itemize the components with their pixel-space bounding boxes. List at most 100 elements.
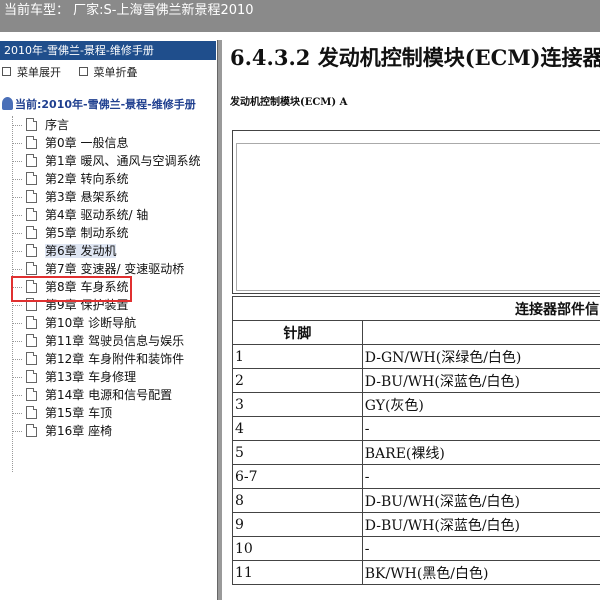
sidebar-item-label: 第1章 暖风、通风与空调系统 bbox=[45, 154, 201, 168]
table-row: 1 D-GN/WH(深绿色/白色) bbox=[232, 344, 600, 369]
document-icon bbox=[26, 244, 37, 257]
expand-menu-button[interactable]: 菜单展开 bbox=[2, 64, 61, 80]
table-row: 3 GY(灰色) bbox=[232, 392, 600, 417]
tree-root[interactable]: 当前:2010年-雪佛兰-景程-维修手册 bbox=[2, 96, 196, 112]
sidebar-item[interactable]: 第6章 发动机 bbox=[12, 242, 117, 260]
wire-color-cell: - bbox=[361, 536, 600, 561]
tree-root-label: 当前:2010年-雪佛兰-景程-维修手册 bbox=[15, 98, 196, 111]
sidebar-item[interactable]: 第3章 悬架系统 bbox=[12, 188, 128, 206]
pin-table: 连接器部件信 针脚 1 D-GN/WH(深绿色/白色) 2 D-BU/WH(深蓝色/白… bbox=[232, 296, 600, 585]
sidebar-item[interactable]: 第13章 车身修理 bbox=[12, 368, 136, 386]
wire-color-cell: D-BU/WH(深蓝色/白色) bbox=[361, 512, 600, 537]
document-icon bbox=[26, 154, 37, 167]
tree-connector bbox=[12, 341, 22, 342]
document-icon bbox=[26, 118, 37, 131]
tree-connector bbox=[12, 395, 22, 396]
sidebar-item-label: 第12章 车身附件和装饰件 bbox=[45, 352, 185, 366]
sidebar-item[interactable]: 序言 bbox=[12, 116, 69, 134]
wire-color-cell: D-GN/WH(深绿色/白色) bbox=[361, 344, 600, 369]
pin-cell: 1 bbox=[232, 344, 363, 369]
wire-column-header bbox=[361, 320, 600, 345]
sidebar-item[interactable]: 第2章 转向系统 bbox=[12, 170, 128, 188]
sidebar-item[interactable]: 第5章 制动系统 bbox=[12, 224, 128, 242]
document-icon bbox=[26, 406, 37, 419]
tree-connector bbox=[12, 197, 22, 198]
tree-connector bbox=[12, 233, 22, 234]
document-icon bbox=[26, 388, 37, 401]
sidebar-item-label: 第0章 一般信息 bbox=[45, 136, 129, 150]
sidebar-item[interactable]: 第4章 驱动系统/ 轴 bbox=[12, 206, 148, 224]
sidebar-item[interactable]: 第14章 电源和信号配置 bbox=[12, 386, 172, 404]
tree-connector bbox=[12, 431, 22, 432]
sidebar-item[interactable]: 第11章 驾驶员信息与娱乐 bbox=[12, 332, 184, 350]
sidebar-item-label: 第13章 车身修理 bbox=[45, 370, 137, 384]
sidebar-item[interactable]: 第12章 车身附件和装饰件 bbox=[12, 350, 184, 368]
sidebar-item[interactable]: 第1章 暖风、通风与空调系统 bbox=[12, 152, 200, 170]
wire-color-cell: D-BU/WH(深蓝色/白色) bbox=[361, 368, 600, 393]
sidebar-item[interactable]: 第10章 诊断导航 bbox=[12, 314, 136, 332]
sidebar-item[interactable]: 第0章 一般信息 bbox=[12, 134, 128, 152]
tree-connector bbox=[12, 143, 22, 144]
sidebar-controls: 菜单展开 菜单折叠 bbox=[2, 64, 152, 80]
wire-color-cell: D-BU/WH(深蓝色/白色) bbox=[361, 488, 600, 513]
sidebar-item-label: 第6章 发动机 bbox=[45, 244, 117, 258]
sidebar-item[interactable]: 第15章 车顶 bbox=[12, 404, 112, 422]
manual-icon bbox=[2, 97, 13, 110]
document-icon bbox=[26, 190, 37, 203]
sidebar-item-label: 序言 bbox=[45, 118, 70, 132]
tree-connector bbox=[12, 251, 22, 252]
document-icon bbox=[26, 208, 37, 221]
table-row: 11 BK/WH(黑色/白色) bbox=[232, 560, 600, 585]
document-icon bbox=[26, 424, 37, 437]
pin-cell: 10 bbox=[232, 536, 363, 561]
sidebar-item[interactable]: 第16章 座椅 bbox=[12, 422, 112, 440]
connector-info-header: 连接器部件信 bbox=[232, 296, 600, 321]
table-header-row: 连接器部件信 bbox=[232, 296, 600, 321]
tree-connector bbox=[12, 305, 22, 306]
table-row: 9 D-BU/WH(深蓝色/白色) bbox=[232, 512, 600, 537]
collapse-icon bbox=[78, 67, 88, 76]
sidebar-item-label: 第2章 转向系统 bbox=[45, 172, 129, 186]
sidebar-item-label: 第3章 悬架系统 bbox=[45, 190, 129, 204]
sidebar-item-label: 第15章 车顶 bbox=[45, 406, 113, 420]
wire-color-cell: BK/WH(黑色/白色) bbox=[361, 560, 600, 585]
document-icon bbox=[26, 136, 37, 149]
sidebar-item-label: 第10章 诊断导航 bbox=[45, 316, 137, 330]
connector-subheading: 发动机控制模块(ECM) A bbox=[230, 97, 348, 108]
tree-connector bbox=[12, 413, 22, 414]
sidebar-item-label: 第11章 驾驶员信息与娱乐 bbox=[45, 334, 185, 348]
selection-highlight-box bbox=[11, 276, 132, 302]
tree-connector bbox=[12, 377, 22, 378]
table-row: 5 BARE(裸线) bbox=[232, 440, 600, 465]
pin-cell: 9 bbox=[232, 512, 363, 537]
tree-connector bbox=[12, 269, 22, 270]
pin-cell: 11 bbox=[232, 560, 363, 585]
column-header-row: 针脚 bbox=[232, 320, 600, 345]
tree-connector bbox=[12, 179, 22, 180]
expand-icon bbox=[2, 67, 11, 76]
tree-connector bbox=[12, 323, 22, 324]
tree-connector bbox=[12, 359, 22, 360]
sidebar: 2010年-雪佛兰-景程-维修手册 菜单展开 菜单折叠 当前:2010年-雪佛兰… bbox=[0, 40, 217, 600]
page-title: 6.4.3.2 发动机控制模块(ECM)连接器 bbox=[230, 45, 600, 70]
pin-cell: 5 bbox=[232, 440, 363, 465]
collapse-menu-button[interactable]: 菜单折叠 bbox=[78, 64, 138, 80]
sidebar-item-label: 第5章 制动系统 bbox=[45, 226, 129, 240]
current-vehicle-label: 当前车型： 厂家:S-上海雪佛兰新景程2010 bbox=[4, 3, 254, 18]
sidebar-title: 2010年-雪佛兰-景程-维修手册 bbox=[0, 41, 216, 60]
tree-connector bbox=[12, 161, 22, 162]
wire-color-cell: BARE(裸线) bbox=[361, 440, 600, 465]
sidebar-item-label: 第4章 驱动系统/ 轴 bbox=[45, 208, 149, 222]
table-row: 10- bbox=[232, 536, 600, 561]
document-icon bbox=[26, 370, 37, 383]
pin-cell: 6-7 bbox=[232, 464, 363, 489]
sidebar-item-label: 第7章 变速器/ 变速驱动桥 bbox=[45, 262, 185, 276]
table-row: 2 D-BU/WH(深蓝色/白色) bbox=[232, 368, 600, 393]
document-icon bbox=[26, 172, 37, 185]
pin-cell: 2 bbox=[232, 368, 363, 393]
pin-cell: 4 bbox=[232, 416, 363, 441]
connector-image-placeholder bbox=[236, 143, 600, 291]
pin-cell: 3 bbox=[232, 392, 363, 417]
document-icon bbox=[26, 316, 37, 329]
wire-color-cell: - bbox=[361, 416, 600, 441]
